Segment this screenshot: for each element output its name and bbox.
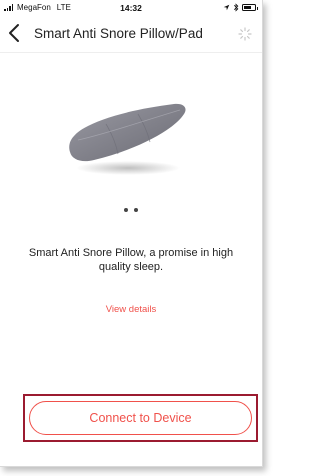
carousel-page-indicator xyxy=(0,199,262,217)
bluetooth-icon xyxy=(233,3,239,12)
location-arrow-icon xyxy=(223,4,230,11)
page-title: Smart Anti Snore Pillow/Pad xyxy=(34,26,203,41)
navigation-bar: Smart Anti Snore Pillow/Pad xyxy=(0,18,262,50)
pillow-pad-image xyxy=(69,103,186,175)
highlight-box: Connect to Device xyxy=(23,394,258,442)
battery-icon xyxy=(242,4,258,11)
divider xyxy=(0,52,262,53)
phone-screen: MegaFon LTE 14:32 Smart Anti Snore Pillo… xyxy=(0,0,263,467)
chevron-left-icon[interactable] xyxy=(6,22,24,44)
product-description: Smart Anti Snore Pillow, a promise in hi… xyxy=(28,247,234,273)
view-details-link[interactable]: View details xyxy=(0,304,262,315)
spinner-icon xyxy=(238,27,252,41)
page-dot xyxy=(134,208,138,212)
status-icons xyxy=(223,3,258,12)
status-bar: MegaFon LTE 14:32 xyxy=(0,0,262,16)
connect-to-device-button[interactable]: Connect to Device xyxy=(29,401,252,435)
page-dot xyxy=(124,208,128,212)
